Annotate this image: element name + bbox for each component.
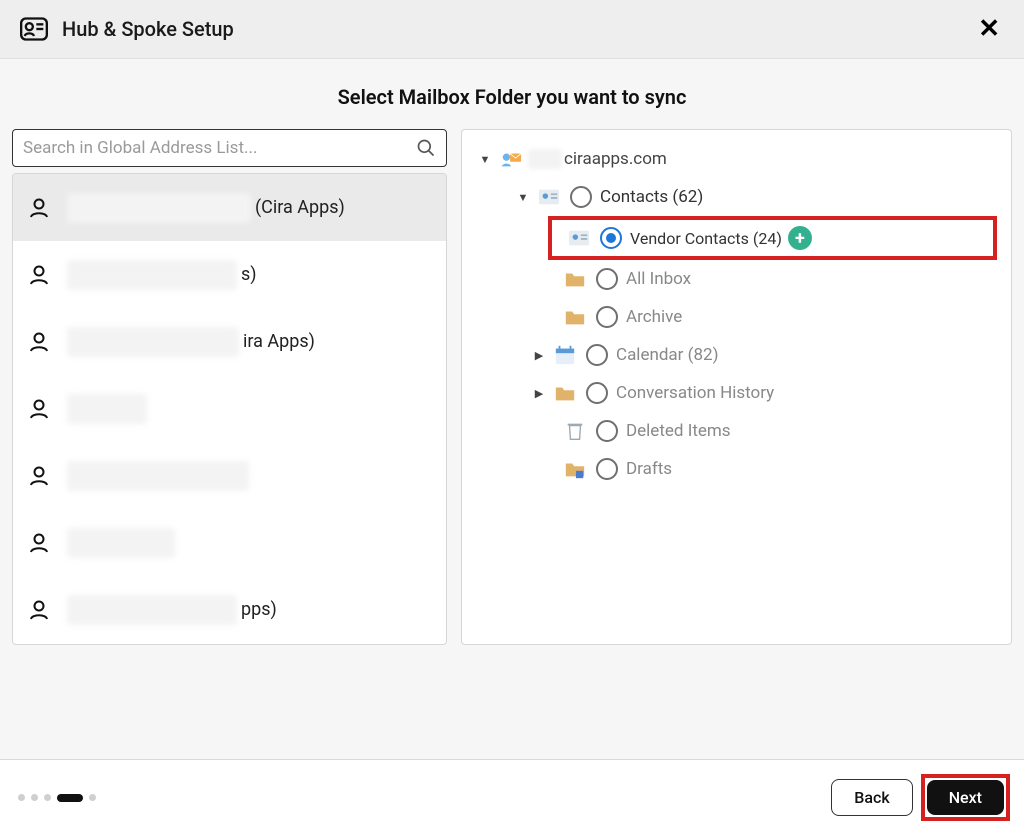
progress-dots — [18, 794, 96, 802]
tree-drafts-row[interactable]: Drafts — [560, 450, 997, 488]
radio-contacts[interactable] — [570, 186, 592, 208]
drafts-icon — [560, 458, 592, 480]
list-item[interactable]: pps) — [13, 576, 446, 643]
all-inbox-label: All Inbox — [626, 269, 691, 289]
list-item-label: (Cira Apps) — [67, 193, 434, 223]
search-icon — [416, 138, 436, 158]
next-button[interactable]: Next — [927, 780, 1004, 815]
search-input[interactable] — [23, 138, 416, 158]
list-item-label: pps) — [67, 595, 434, 625]
person-icon — [27, 397, 67, 421]
list-item[interactable]: s) — [13, 241, 446, 308]
folder-icon — [550, 382, 582, 404]
person-icon — [27, 330, 67, 354]
person-icon — [27, 531, 67, 555]
list-item-label — [67, 461, 434, 491]
tree-archive-row[interactable]: Archive — [560, 298, 997, 336]
progress-step-1 — [18, 794, 25, 801]
conversation-label: Conversation History — [616, 383, 774, 403]
radio-conversation[interactable] — [586, 382, 608, 404]
person-icon — [27, 263, 67, 287]
progress-step-current — [57, 794, 83, 802]
content-panels: (Cira Apps) s) ira Apps) pps) a Apps) ▼ cira… — [0, 129, 1024, 657]
dialog-title: Hub & Spoke Setup — [62, 17, 234, 41]
list-item[interactable]: a Apps) — [13, 643, 446, 645]
chevron-down-icon[interactable]: ▼ — [512, 191, 534, 204]
tree-contacts-row[interactable]: ▼ Contacts (62) — [512, 178, 997, 216]
folder-tree: ▼ ciraapps.com ▼ Contacts (62) Vendor Co… — [461, 129, 1012, 645]
contacts-card-icon — [16, 15, 54, 43]
calendar-icon — [550, 344, 582, 366]
drafts-label: Drafts — [626, 459, 672, 479]
tree-deleted-row[interactable]: Deleted Items — [560, 412, 997, 450]
chevron-right-icon[interactable]: ▶ — [528, 387, 550, 400]
list-item[interactable] — [13, 442, 446, 509]
next-button-highlight: Next — [921, 774, 1010, 821]
contacts-label: Contacts (62) — [600, 187, 703, 207]
mailbox-icon — [496, 148, 528, 170]
list-item[interactable] — [13, 509, 446, 576]
deleted-label: Deleted Items — [626, 421, 731, 441]
close-icon[interactable]: ✕ — [970, 10, 1008, 48]
person-icon — [27, 598, 67, 622]
list-item[interactable]: (Cira Apps) — [13, 174, 446, 241]
radio-calendar[interactable] — [586, 344, 608, 366]
radio-deleted[interactable] — [596, 420, 618, 442]
chevron-right-icon[interactable]: ▶ — [528, 349, 550, 362]
person-icon — [27, 196, 67, 220]
vendor-contacts-label: Vendor Contacts (24) — [630, 229, 782, 248]
archive-label: Archive — [626, 307, 682, 327]
back-button[interactable]: Back — [831, 779, 912, 816]
tree-conversation-row[interactable]: ▶ Conversation History — [528, 374, 997, 412]
dialog-header: Hub & Spoke Setup ✕ — [0, 0, 1024, 59]
account-label: ciraapps.com — [528, 149, 667, 169]
list-item-label: ira Apps) — [67, 327, 434, 357]
list-item-label — [67, 394, 434, 424]
folder-icon — [560, 268, 592, 290]
add-icon[interactable]: + — [788, 226, 812, 250]
tree-calendar-row[interactable]: ▶ Calendar (82) — [528, 336, 997, 374]
search-field[interactable] — [12, 129, 447, 167]
progress-step-3 — [44, 794, 51, 801]
list-item-label — [67, 528, 434, 558]
tree-vendor-contacts-highlight: Vendor Contacts (24) + — [548, 216, 997, 260]
radio-all-inbox[interactable] — [596, 268, 618, 290]
radio-archive[interactable] — [596, 306, 618, 328]
progress-step-5 — [89, 794, 96, 801]
tree-account-row[interactable]: ▼ ciraapps.com — [474, 140, 997, 178]
radio-drafts[interactable] — [596, 458, 618, 480]
person-icon — [27, 464, 67, 488]
address-panel: (Cira Apps) s) ira Apps) pps) a Apps) — [12, 129, 447, 645]
contacts-icon — [564, 227, 596, 249]
chevron-down-icon[interactable]: ▼ — [474, 153, 496, 166]
page-subtitle: Select Mailbox Folder you want to sync — [0, 59, 1024, 129]
calendar-label: Calendar (82) — [616, 345, 719, 365]
radio-vendor-contacts[interactable] — [600, 227, 622, 249]
folder-icon — [560, 306, 592, 328]
tree-all-inbox-row[interactable]: All Inbox — [560, 260, 997, 298]
address-list: (Cira Apps) s) ira Apps) pps) a Apps) — [12, 173, 447, 645]
list-item[interactable]: ira Apps) — [13, 308, 446, 375]
list-item[interactable] — [13, 375, 446, 442]
contacts-icon — [534, 186, 566, 208]
progress-step-2 — [31, 794, 38, 801]
trash-icon — [560, 420, 592, 442]
dialog-footer: Back Next — [0, 759, 1024, 835]
list-item-label: s) — [67, 260, 434, 290]
